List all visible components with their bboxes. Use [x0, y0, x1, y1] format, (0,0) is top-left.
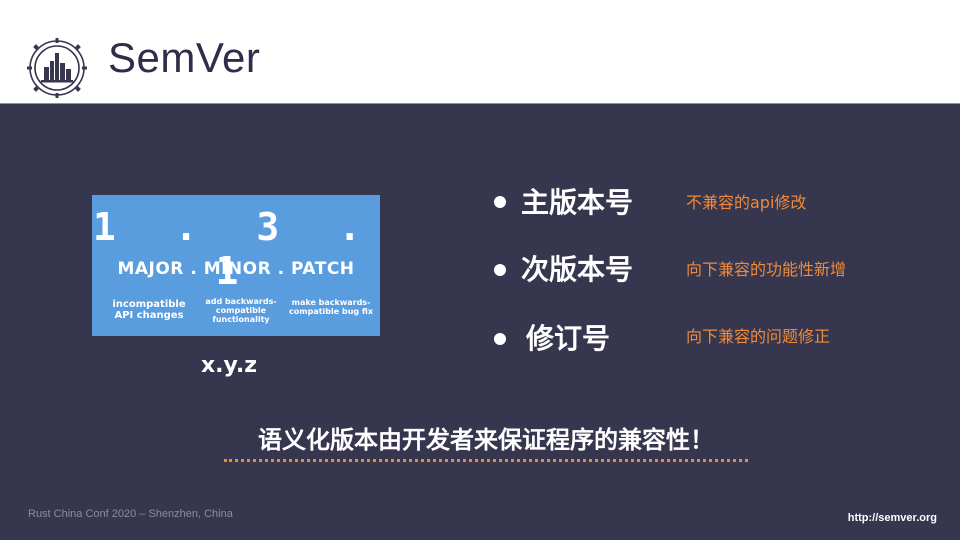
list-item-note: 向下兼容的功能性新增 — [686, 260, 847, 279]
list-item-note: 不兼容的api修改 — [686, 193, 807, 212]
list-item-term: 修订号 — [526, 322, 611, 355]
semver-diagram-card: 1 . 3 . 1 MAJOR . MINOR . PATCH incompat… — [92, 195, 380, 336]
list-item-term: 次版本号 — [521, 253, 634, 286]
major-description: incompatible API changes — [112, 299, 186, 321]
tagline: 语义化版本由开发者来保证程序的兼容性！ — [224, 423, 748, 462]
list-item-term: 主版本号 — [521, 186, 634, 219]
slide-header: SemVer — [0, 0, 960, 104]
page-title: SemVer — [108, 34, 261, 81]
version-number: 1 . 3 . 1 — [92, 205, 380, 293]
version-part-labels: MAJOR . MINOR . PATCH — [117, 259, 355, 279]
minor-description: add backwards-compatible functionality — [205, 297, 277, 324]
footer-link[interactable]: http://semver.org — [820, 510, 937, 526]
bullet-dot-icon — [494, 264, 506, 276]
patch-description: make backwards-compatible bug fix — [289, 298, 373, 316]
version-format: x.y.z — [200, 353, 258, 378]
list-item-note: 向下兼容的问题修正 — [686, 327, 831, 346]
footer-conference: Rust China Conf 2020 – Shenzhen, China — [28, 508, 233, 520]
rust-china-conf-logo-icon — [27, 38, 87, 98]
bullet-dot-icon — [494, 196, 506, 208]
bullet-dot-icon — [494, 333, 506, 345]
